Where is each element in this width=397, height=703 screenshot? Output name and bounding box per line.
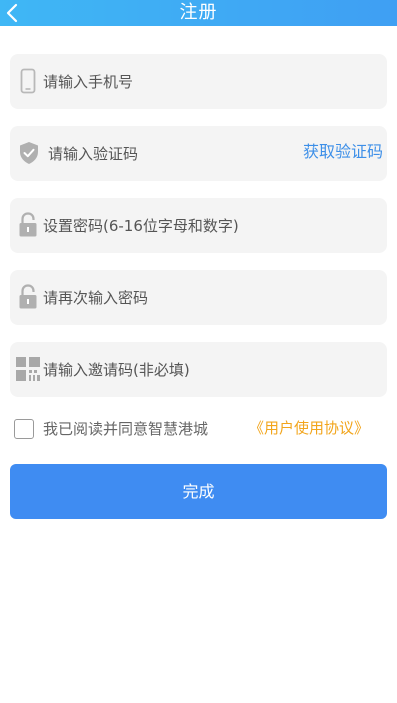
- password-confirm-field: [10, 270, 387, 325]
- verify-code-input[interactable]: [48, 126, 278, 181]
- password-confirm-input[interactable]: [43, 270, 288, 325]
- lock-icon: [16, 211, 40, 239]
- user-agreement-link[interactable]: 《用户使用协议》: [249, 416, 369, 440]
- phone-icon: [16, 67, 40, 95]
- shield-check-icon: [17, 139, 41, 167]
- top-bar: 注册: [0, 0, 397, 26]
- agreement-row: 我已阅读并同意智慧港城 《用户使用协议》: [14, 416, 389, 442]
- agreement-checkbox[interactable]: [14, 419, 34, 439]
- invite-code-field: [10, 342, 387, 397]
- phone-input[interactable]: [43, 54, 288, 109]
- get-code-button[interactable]: 获取验证码: [303, 139, 383, 165]
- phone-field: [10, 54, 387, 109]
- password-input[interactable]: [43, 198, 288, 253]
- password-field: [10, 198, 387, 253]
- invite-code-input[interactable]: [43, 342, 288, 397]
- complete-button[interactable]: 完成: [10, 464, 387, 519]
- qr-code-icon: [16, 355, 40, 383]
- page-title: 注册: [179, 2, 218, 23]
- lock-icon: [16, 283, 40, 311]
- agreement-text: 我已阅读并同意智慧港城: [43, 420, 209, 438]
- verify-code-field: 获取验证码: [10, 126, 387, 181]
